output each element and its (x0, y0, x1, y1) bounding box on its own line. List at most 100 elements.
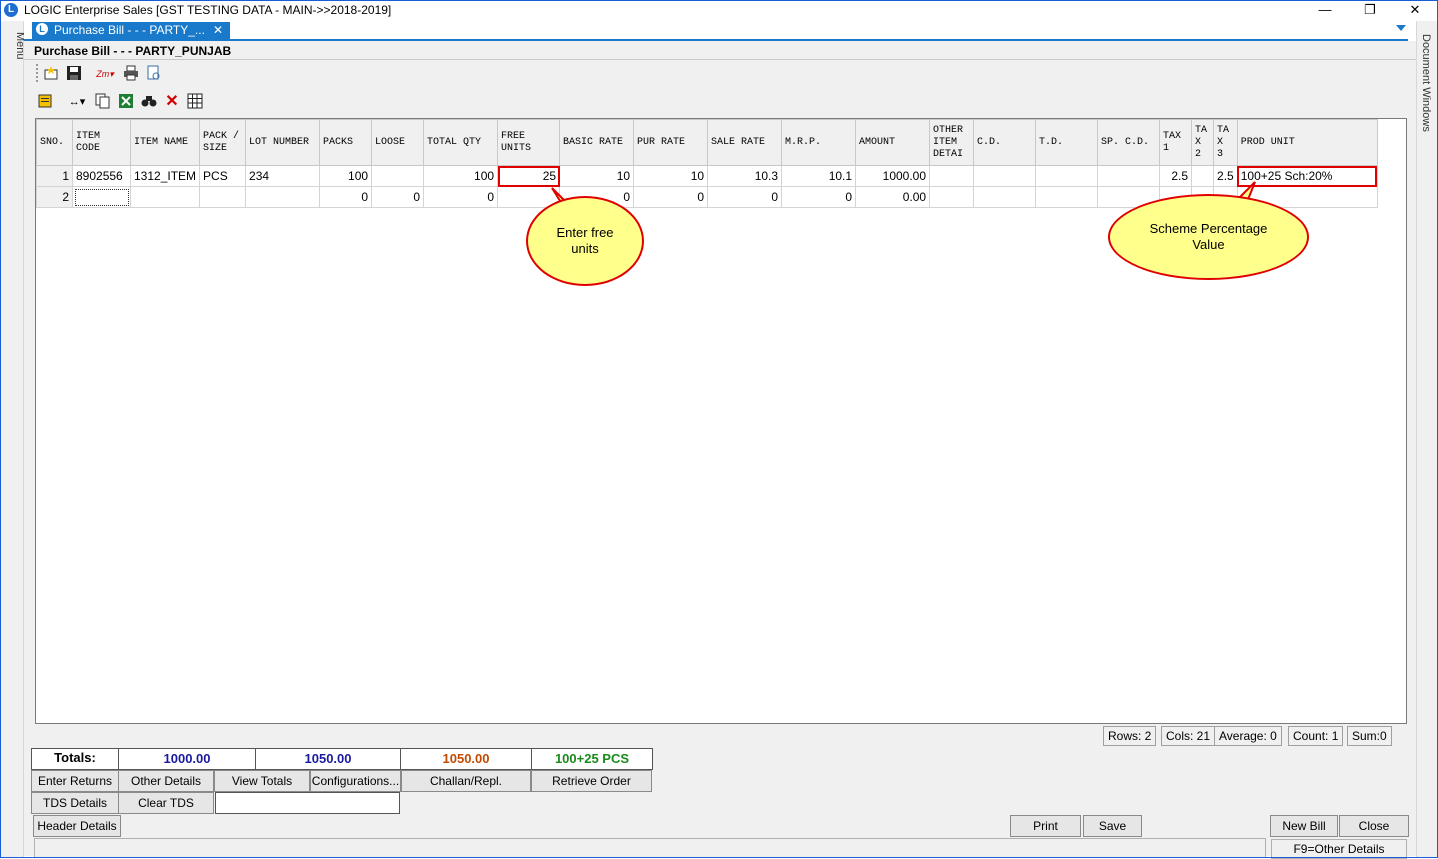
tab-dropdown-icon[interactable] (1396, 25, 1406, 31)
row-number[interactable]: 1 (36, 165, 73, 187)
view-totals-button[interactable]: View Totals (214, 770, 310, 792)
cell-other-item-detail[interactable] (929, 165, 975, 187)
cell-sale-rate[interactable]: 0 (707, 186, 783, 208)
cell-sp-cd[interactable] (1097, 165, 1161, 187)
cell-total-qty[interactable]: 100 (423, 165, 499, 187)
cell-lot-number[interactable] (245, 186, 321, 208)
col-header-pack-size[interactable]: PACK / SIZE (199, 119, 247, 166)
col-header-sale-rate[interactable]: SALE RATE (707, 119, 783, 166)
col-header-other-item-detail[interactable]: OTHER ITEM DETAI (929, 119, 975, 166)
cell-pack-size[interactable] (199, 186, 247, 208)
col-header-tax1[interactable]: TAX 1 (1159, 119, 1193, 166)
cell-td[interactable] (1035, 165, 1099, 187)
minimize-button[interactable]: — (1310, 1, 1340, 19)
document-title: Purchase Bill - - - PARTY_PUNJAB (34, 44, 232, 58)
total-amount: 1000.00 (118, 748, 256, 770)
cell-sale-rate[interactable]: 10.3 (707, 165, 783, 187)
cell-pur-rate[interactable]: 0 (633, 186, 709, 208)
find-icon[interactable] (140, 93, 158, 111)
column-width-icon[interactable]: ↔▾ (64, 93, 90, 111)
cell-loose[interactable] (371, 165, 425, 187)
cell-free-units[interactable]: 25 (497, 165, 561, 187)
restore-button[interactable]: ❐ (1355, 1, 1385, 19)
cell-td[interactable] (1035, 186, 1099, 208)
cell-amount[interactable]: 1000.00 (855, 165, 931, 187)
cell-mrp[interactable]: 10.1 (781, 165, 857, 187)
cell-cd[interactable] (973, 186, 1037, 208)
col-header-lot-number[interactable]: LOT NUMBER (245, 119, 321, 166)
col-header-basic-rate[interactable]: BASIC RATE (559, 119, 635, 166)
col-header-pur-rate[interactable]: PUR RATE (633, 119, 709, 166)
save-icon[interactable] (65, 65, 83, 83)
col-header-item-code[interactable]: ITEM CODE (72, 119, 131, 166)
col-header-packs[interactable]: PACKS (319, 119, 373, 166)
cell-packs[interactable]: 100 (319, 165, 373, 187)
preview-icon[interactable] (145, 65, 163, 83)
close-window-button[interactable]: ✕ (1400, 1, 1430, 19)
configurations-button[interactable]: Configurations... (310, 770, 401, 792)
excel-icon[interactable] (117, 93, 135, 111)
callout-scheme-text: Scheme Percentage Value (1149, 221, 1268, 252)
save-button[interactable]: Save (1083, 815, 1142, 837)
tab-purchase-bill[interactable]: L Purchase Bill - - - PARTY_... ✕ (32, 22, 230, 39)
close-button[interactable]: Close (1339, 815, 1409, 837)
col-header-cd[interactable]: C.D. (973, 119, 1037, 166)
cell-loose[interactable]: 0 (371, 186, 425, 208)
tab-close-icon[interactable]: ✕ (213, 23, 223, 37)
cell-other-item-detail[interactable] (929, 186, 975, 208)
cell-total-qty[interactable]: 0 (423, 186, 499, 208)
status-average: Average: 0 (1214, 726, 1282, 746)
cell-basic-rate[interactable]: 10 (559, 165, 635, 187)
cell-tax2[interactable] (1191, 165, 1215, 187)
other-details-button[interactable]: Other Details (118, 770, 214, 792)
cell-item-name[interactable] (129, 186, 201, 208)
retrieve-order-button[interactable]: Retrieve Order (531, 770, 652, 792)
document-windows-sidebar[interactable] (1416, 21, 1438, 857)
clear-tds-button[interactable]: Clear TDS (118, 792, 214, 814)
delete-icon[interactable]: ✕ (163, 93, 181, 111)
col-header-amount[interactable]: AMOUNT (855, 119, 931, 166)
cell-item-code[interactable] (72, 186, 131, 208)
cell-packs[interactable]: 0 (319, 186, 373, 208)
new-bill-button[interactable]: New Bill (1270, 815, 1338, 837)
enter-returns-button[interactable]: Enter Returns (31, 770, 119, 792)
cell-item-code[interactable]: 8902556 (72, 165, 131, 187)
zoom-icon[interactable]: Zm▾ (92, 65, 118, 83)
col-header-free-units[interactable]: FREE UNITS (497, 119, 561, 166)
col-header-item-name[interactable]: ITEM NAME (129, 119, 201, 166)
tds-input[interactable] (215, 792, 400, 814)
col-header-sno[interactable]: SNO. (36, 119, 73, 166)
col-header-loose[interactable]: LOOSE (371, 119, 425, 166)
challan-button[interactable]: Challan/Repl. (401, 770, 531, 792)
callout-free-units-text: Enter free units (556, 225, 614, 256)
grid-icon[interactable] (186, 93, 204, 111)
cell-cd[interactable] (973, 165, 1037, 187)
tds-details-button[interactable]: TDS Details (31, 792, 119, 814)
table-row[interactable]: 1 8902556 1312_ITEM PCS 234 100 100 25 1… (36, 165, 1378, 187)
callout-free-units: Enter free units (526, 196, 644, 286)
header-details-button[interactable]: Header Details (33, 815, 121, 837)
copy-icon[interactable] (94, 93, 112, 111)
row-number[interactable]: 2 (36, 186, 73, 208)
cell-pack-size[interactable]: PCS (199, 165, 247, 187)
cell-tax1[interactable]: 2.5 (1159, 165, 1193, 187)
col-header-prod-unit[interactable]: PROD UNIT (1236, 119, 1378, 166)
new-icon[interactable] (42, 65, 60, 83)
cell-pur-rate[interactable]: 10 (633, 165, 709, 187)
cell-amount[interactable]: 0.00 (855, 186, 931, 208)
col-header-tax3[interactable]: TA X 3 (1213, 119, 1238, 166)
col-header-total-qty[interactable]: TOTAL QTY (423, 119, 499, 166)
notes-icon[interactable] (36, 93, 54, 111)
print-button[interactable]: Print (1010, 815, 1081, 837)
col-header-sp-cd[interactable]: SP. C.D. (1097, 119, 1161, 166)
total-amount-2: 1050.00 (255, 748, 401, 770)
document-windows-label[interactable]: Document Windows (1420, 34, 1432, 132)
col-header-tax2[interactable]: TA X 2 (1191, 119, 1215, 166)
cell-lot-number[interactable]: 234 (245, 165, 321, 187)
print-icon[interactable] (122, 65, 140, 83)
menu-sidebar[interactable] (1, 21, 24, 857)
cell-mrp[interactable]: 0 (781, 186, 857, 208)
cell-item-name[interactable]: 1312_ITEM (129, 165, 201, 187)
col-header-mrp[interactable]: M.R.P. (781, 119, 857, 166)
col-header-td[interactable]: T.D. (1035, 119, 1099, 166)
